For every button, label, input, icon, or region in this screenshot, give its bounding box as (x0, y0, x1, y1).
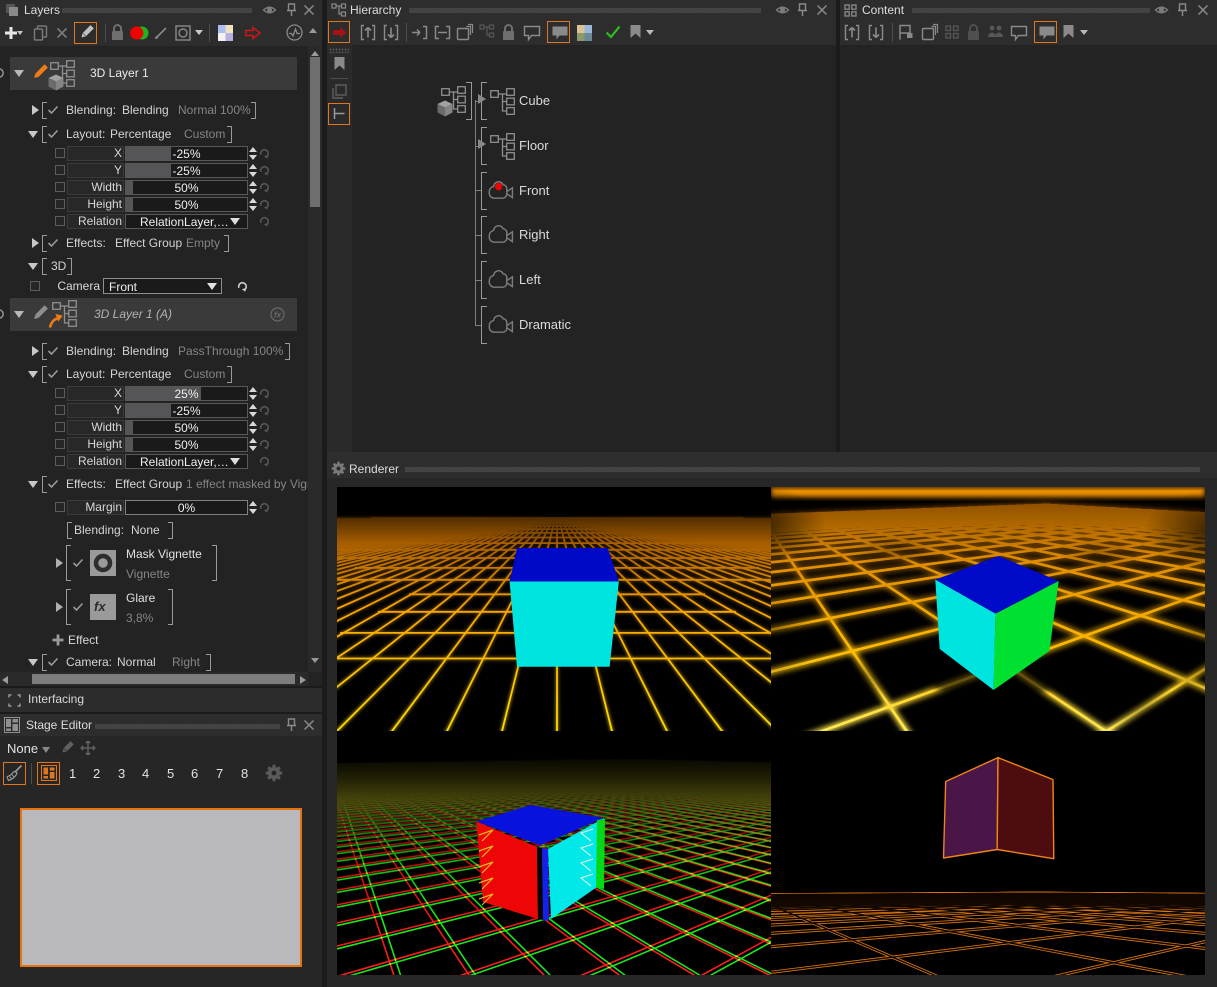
svg-text:fx: fx (274, 311, 282, 320)
